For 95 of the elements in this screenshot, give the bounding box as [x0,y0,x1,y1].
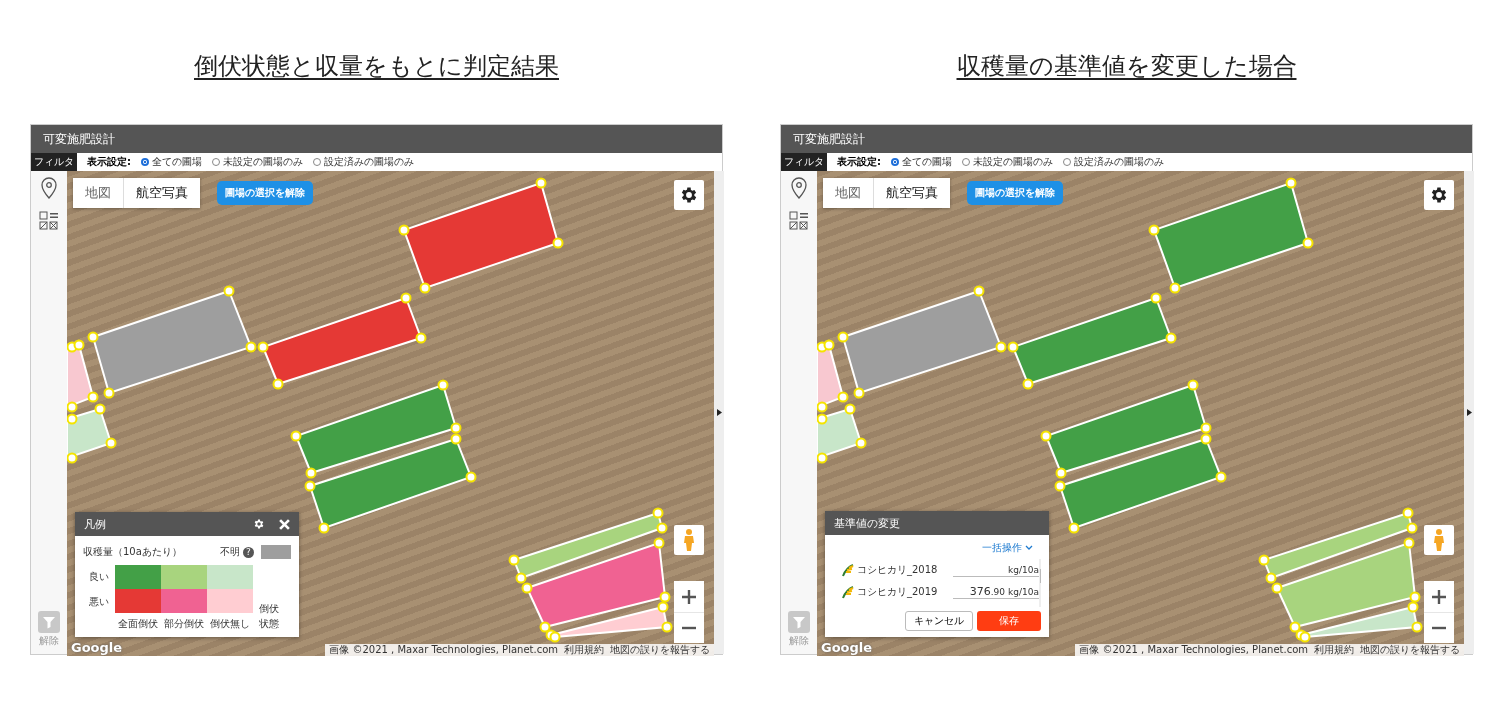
zoom-out-button[interactable] [1424,612,1454,643]
funnel-icon [38,611,60,633]
row-label: 悪い [88,595,109,609]
field-polygon[interactable] [1054,433,1227,534]
street-view-button[interactable] [674,525,704,555]
plus-icon [1432,589,1446,604]
side-panel-handle[interactable] [1464,171,1474,654]
person-icon [682,528,696,552]
bulk-action-menu[interactable]: 一括操作 [833,541,1033,555]
display-setting-label: 表示設定: [87,155,131,169]
display-setting-label: 表示設定: [837,155,881,169]
field-polygon[interactable] [817,339,849,413]
map-type-tab[interactable]: 航空写真 [123,178,200,208]
field-polygon[interactable] [398,177,564,294]
side-panel-handle[interactable] [714,171,724,654]
app-title: 可変施肥設計 [43,130,115,148]
display-option[interactable]: 全ての圃場 [141,155,202,169]
field-polygon[interactable] [837,285,1007,399]
cancel-button[interactable]: キャンセル [905,611,973,631]
radio-icon[interactable] [891,158,899,166]
field-polygon[interactable] [67,403,117,464]
panel-title: 凡例 [84,516,106,532]
settings-icon [679,185,699,205]
map-type-tab[interactable]: 航空写真 [873,178,950,208]
map-logo: Google [71,640,123,655]
column-label: 倒伏無し [209,617,251,631]
display-option[interactable]: 未設定の圃場のみ [212,155,303,169]
help-icon[interactable]: ? [243,546,254,558]
expand-arrow-icon[interactable] [716,409,722,416]
unknown-label: 不明 [220,545,240,559]
field-polygon[interactable] [290,379,462,479]
column-label: 部分倒伏 [163,617,205,631]
radio-icon[interactable] [141,158,149,166]
filter-tab[interactable]: フィルタ [31,153,77,171]
map-pin-icon[interactable] [791,177,807,199]
scrollbar[interactable] [1039,559,1041,607]
field-polygon[interactable] [521,537,671,633]
map-type-tab[interactable]: 地図 [823,178,873,208]
variety-name: コシヒカリ_2018 [857,563,939,577]
field-polygon[interactable] [508,507,668,584]
street-view-button[interactable] [1424,525,1454,555]
axis-label: 倒伏状態 [259,602,280,631]
panel-title: 基準値の変更 [834,515,900,531]
minus-icon [682,626,696,630]
row-label: 良い [88,570,109,584]
app-title: 可変施肥設計 [793,130,865,148]
map-pin-icon[interactable] [41,177,57,199]
settings-icon[interactable] [253,518,265,530]
settings-icon [1429,185,1449,205]
person-icon [1432,528,1446,552]
section-heading: 倒伏状態と収量をもとに判定結果 [193,51,560,82]
map-logo: Google [821,640,873,655]
attribution-link[interactable]: 利用規約 [1314,644,1354,656]
attribution-link[interactable]: 画像 ©2021 , Maxar Technologies, Planet.com [1079,644,1308,656]
field-polygon[interactable] [1258,507,1418,584]
grid-icon[interactable] [789,211,809,231]
filter-tab[interactable]: フィルタ [781,153,827,171]
field-polygon[interactable] [1295,601,1423,643]
column-label: 全面倒伏 [117,617,159,631]
rice-plant-icon [841,563,855,577]
attribution-link[interactable]: 画像 ©2021 , Maxar Technologies, Planet.com [329,644,558,656]
field-polygon[interactable] [1271,537,1421,633]
section-heading: 収穫量の基準値を変更した場合 [955,51,1298,82]
field-polygon[interactable] [304,433,477,534]
field-polygon[interactable] [817,403,867,464]
field-polygon[interactable] [67,339,99,413]
attribution-link[interactable]: 利用規約 [564,644,604,656]
attribution-link[interactable]: 地図の誤りを報告する [610,644,710,656]
field-polygon[interactable] [1040,379,1212,479]
field-polygon[interactable] [1007,292,1177,390]
field-polygon[interactable] [257,292,427,390]
attribution-link[interactable]: 地図の誤りを報告する [1360,644,1460,656]
field-polygon[interactable] [545,601,673,643]
variety-name: コシヒカリ_2019 [857,585,939,599]
grid-icon[interactable] [39,211,59,231]
rice-plant-icon [841,585,855,599]
close-icon[interactable] [279,518,290,530]
save-button[interactable]: 保存 [977,611,1041,631]
display-option[interactable]: 全ての圃場 [891,155,952,169]
plus-icon [682,589,696,604]
zoom-out-button[interactable] [674,612,704,643]
yield-label: 収穫量（10aあたり） [83,545,182,559]
minus-icon [1432,626,1446,630]
settings-button[interactable] [674,180,704,210]
field-polygon[interactable] [1148,177,1314,294]
display-option[interactable]: 設定済みの圃場のみ [1063,155,1164,169]
display-option[interactable]: 設定済みの圃場のみ [313,155,414,169]
expand-arrow-icon[interactable] [1466,409,1472,416]
unknown-swatch [261,545,291,559]
funnel-icon [788,611,810,633]
settings-button[interactable] [1424,180,1454,210]
field-polygon[interactable] [87,285,257,399]
chevron-down-icon [1025,545,1033,551]
map-type-tab[interactable]: 地図 [73,178,123,208]
display-option[interactable]: 未設定の圃場のみ [962,155,1053,169]
